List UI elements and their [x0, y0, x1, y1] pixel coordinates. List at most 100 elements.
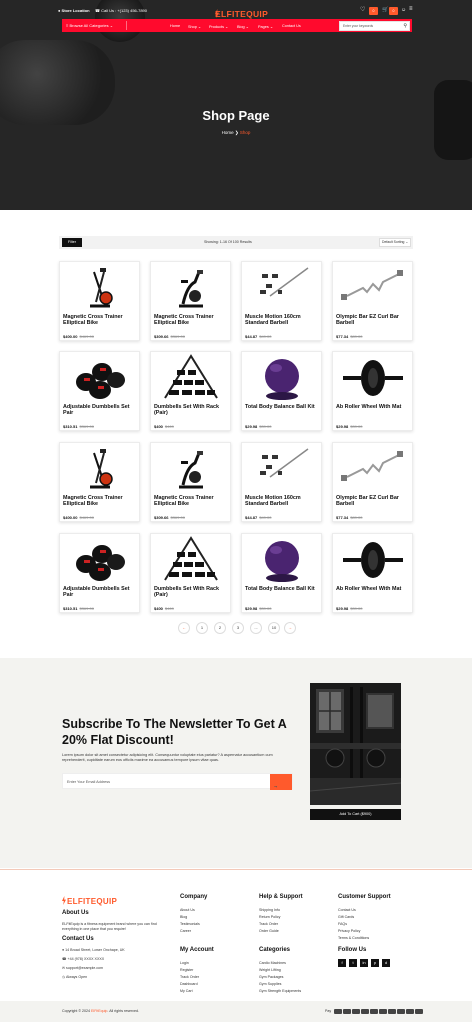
menu-icon[interactable]: ≡ [409, 6, 413, 12]
product-name[interactable]: Magnetic Cross Trainer Elliptical Bike [63, 495, 139, 507]
product-card[interactable]: Magnetic Cross Trainer Elliptical Bike $4… [59, 442, 140, 522]
page-button[interactable]: ... [250, 622, 262, 634]
footer-logo[interactable]: ELFITEQUIP [62, 896, 117, 906]
help-link[interactable]: Return Policy [259, 915, 280, 919]
page-button[interactable]: 2 [214, 622, 226, 634]
dumbbells-image[interactable] [60, 534, 139, 584]
nav-blog[interactable]: Blog ⌄ [237, 24, 249, 29]
dribbble-icon[interactable]: d [382, 959, 390, 967]
product-name[interactable]: Magnetic Cross Trainer Elliptical Bike [154, 314, 230, 326]
search-input[interactable]: Enter your keywords ⚲ [339, 20, 410, 31]
exercise-bike-image[interactable] [151, 262, 230, 312]
dumbbells-image[interactable] [60, 352, 139, 402]
product-name[interactable]: Total Body Balance Ball Kit [245, 586, 321, 592]
ab-roller-image[interactable] [333, 352, 412, 402]
product-card[interactable]: Adjustable Dumbbells Set Pair $310.51 $369… [59, 533, 140, 613]
product-card[interactable]: Ab Roller Wheel With Mat $29.98 $39.00 [332, 533, 413, 613]
product-name[interactable]: Dumbbells Set With Rack (Pair) [154, 586, 230, 598]
linkedin-icon[interactable]: in [360, 959, 368, 967]
account-link[interactable]: Dashboard [180, 982, 198, 986]
facebook-icon[interactable]: f [338, 959, 346, 967]
contact-email[interactable]: ✉ support@example.com [62, 966, 103, 970]
company-link[interactable]: Career [180, 929, 191, 933]
category-link[interactable]: Cardio Machines [259, 961, 286, 965]
balance-ball-image[interactable] [242, 352, 321, 402]
account-link[interactable]: My Cart [180, 989, 193, 993]
product-name[interactable]: Ab Roller Wheel With Mat [336, 586, 412, 592]
account-link[interactable]: Login [180, 961, 189, 965]
nav-products[interactable]: Products ⌄ [209, 24, 228, 29]
ab-roller-image[interactable] [333, 534, 412, 584]
contact-phone[interactable]: ☎ +44 (978) XXXX XXXX [62, 957, 104, 961]
company-link[interactable]: Testimonials [180, 922, 200, 926]
support-link[interactable]: Privacy Policy [338, 929, 360, 933]
cross-trainer-image[interactable] [60, 262, 139, 312]
product-card[interactable]: Muscle Motion 160cm Standard Barbell $44.… [241, 442, 322, 522]
help-link[interactable]: Shipping Info [259, 908, 280, 912]
product-card[interactable]: Olympic Bar EZ Curl Bar Barbell $77.34 $89… [332, 442, 413, 522]
product-name[interactable]: Magnetic Cross Trainer Elliptical Bike [154, 495, 230, 507]
dumbbell-rack-image[interactable] [151, 352, 230, 402]
store-locator-link[interactable]: ● Store Location [58, 8, 90, 13]
product-card[interactable]: Dumbbells Set With Rack (Pair) $400 $469 [150, 533, 231, 613]
support-link[interactable]: FAQs [338, 922, 347, 926]
product-name[interactable]: Adjustable Dumbbells Set Pair [63, 586, 139, 598]
product-name[interactable]: Olympic Bar EZ Curl Bar Barbell [336, 314, 412, 326]
nav-home[interactable]: Home [170, 24, 180, 28]
category-link[interactable]: Gym Packages [259, 975, 283, 979]
cart-icon[interactable]: 🛒 [382, 7, 388, 13]
subscribe-button[interactable]: ➞ [270, 774, 292, 790]
product-card[interactable]: Total Body Balance Ball Kit $29.98 $39.00 [241, 533, 322, 613]
heart-icon[interactable]: ♡ [360, 6, 365, 13]
sort-select[interactable]: Default Sorting ⌄ [379, 238, 411, 247]
product-name[interactable]: Ab Roller Wheel With Mat [336, 404, 412, 410]
prev-page-button[interactable]: ← [178, 622, 190, 634]
category-link[interactable]: Weight Lifting [259, 968, 281, 972]
newsletter-email-field[interactable]: Enter Your Email Address ➞ [62, 773, 293, 790]
exercise-bike-image[interactable] [151, 443, 230, 493]
category-link[interactable]: Gym Strength Equipments [259, 989, 301, 993]
product-card[interactable]: Muscle Motion 160cm Standard Barbell $44.… [241, 261, 322, 341]
product-card[interactable]: Total Body Balance Ball Kit $29.98 $39.00 [241, 351, 322, 431]
nav-pages[interactable]: Pages ⌄ [258, 24, 273, 29]
search-icon[interactable]: ⚲ [403, 23, 407, 29]
company-link[interactable]: Blog [180, 915, 187, 919]
nav-contact[interactable]: Contact Us [282, 24, 301, 28]
account-link[interactable]: Track Order [180, 975, 199, 979]
product-card[interactable]: Dumbbells Set With Rack (Pair) $400 $469 [150, 351, 231, 431]
browse-categories-dropdown[interactable]: ≡ Browse All Categories ⌄ [66, 23, 113, 28]
support-link[interactable]: Terms & Conditions [338, 936, 369, 940]
twitter-icon[interactable]: t [349, 959, 357, 967]
next-page-button[interactable]: → [284, 622, 296, 634]
add-to-cart-button[interactable]: Add To Cart ($900) [310, 809, 401, 820]
user-icon[interactable]: ☺ [401, 7, 406, 13]
product-name[interactable]: Dumbbells Set With Rack (Pair) [154, 404, 230, 416]
barbell-image[interactable] [242, 443, 321, 493]
account-link[interactable]: Register [180, 968, 193, 972]
help-link[interactable]: Track Order [259, 922, 278, 926]
balance-ball-image[interactable] [242, 534, 321, 584]
cross-trainer-image[interactable] [60, 443, 139, 493]
product-card[interactable]: Magnetic Cross Trainer Elliptical Bike $3… [150, 442, 231, 522]
product-card[interactable]: Magnetic Cross Trainer Elliptical Bike $3… [150, 261, 231, 341]
product-name[interactable]: Magnetic Cross Trainer Elliptical Bike [63, 314, 139, 326]
breadcrumb-home[interactable]: Home [222, 130, 234, 135]
support-link[interactable]: Contact Us [338, 908, 356, 912]
product-name[interactable]: Muscle Motion 160cm Standard Barbell [245, 314, 321, 326]
page-button[interactable]: 10 [268, 622, 280, 634]
barbell-image[interactable] [242, 262, 321, 312]
product-card[interactable]: Magnetic Cross Trainer Elliptical Bike $4… [59, 261, 140, 341]
product-name[interactable]: Muscle Motion 160cm Standard Barbell [245, 495, 321, 507]
filter-button[interactable]: Filter [62, 238, 82, 247]
product-name[interactable]: Olympic Bar EZ Curl Bar Barbell [336, 495, 412, 507]
nav-shop[interactable]: Shop ⌄ [188, 24, 201, 29]
product-name[interactable]: Adjustable Dumbbells Set Pair [63, 404, 139, 416]
curl-bar-image[interactable] [333, 262, 412, 312]
company-link[interactable]: About Us [180, 908, 195, 912]
product-card[interactable]: Olympic Bar EZ Curl Bar Barbell $77.34 $89… [332, 261, 413, 341]
product-name[interactable]: Total Body Balance Ball Kit [245, 404, 321, 410]
category-link[interactable]: Gym Supplies [259, 982, 281, 986]
page-button[interactable]: 1 [196, 622, 208, 634]
product-card[interactable]: Adjustable Dumbbells Set Pair $310.51 $369… [59, 351, 140, 431]
pinterest-icon[interactable]: p [371, 959, 379, 967]
